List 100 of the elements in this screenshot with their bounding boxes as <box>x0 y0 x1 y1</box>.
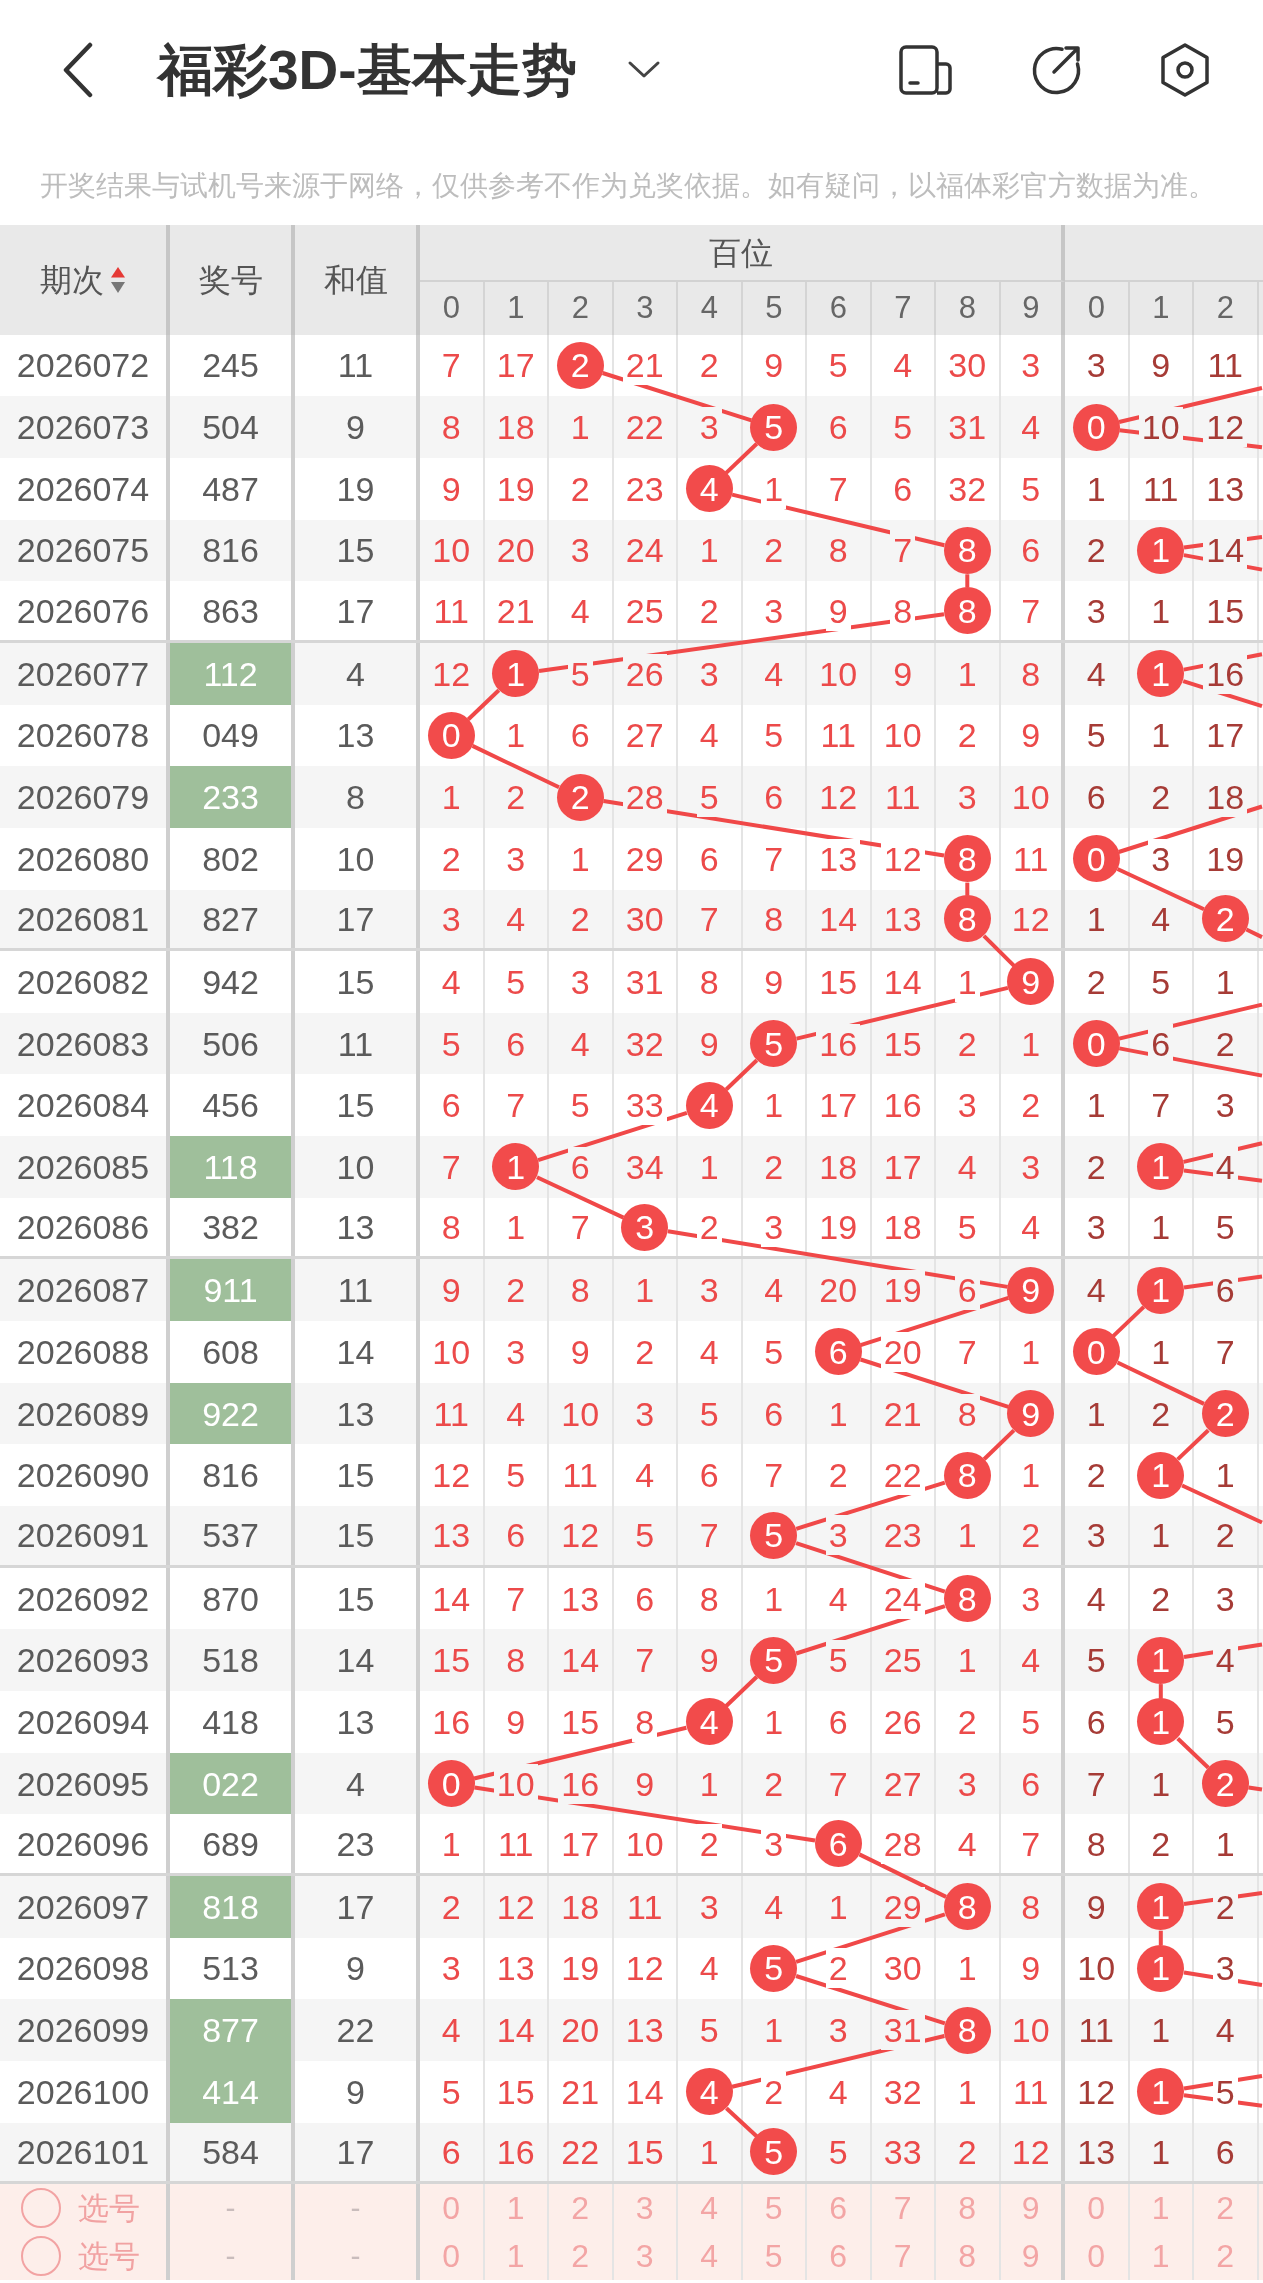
digit-header: 0 <box>442 289 460 328</box>
column-header: 奖号 <box>198 260 263 300</box>
hit-ball: 4 <box>685 2068 733 2116</box>
pick-digit[interactable]: 6 <box>829 2240 848 2273</box>
sum-value: 13 <box>336 718 375 753</box>
winning-number: 504 <box>202 410 259 445</box>
disclaimer-text: 开奖结果与试机号来源于网络，仅供参考不作为兑奖依据。如有疑问，以福体彩官方数据为准。 <box>40 168 1216 203</box>
radio-icon[interactable] <box>20 2187 62 2230</box>
pick-digit[interactable]: 3 <box>635 2240 654 2273</box>
winning-number: 049 <box>202 718 259 753</box>
winning-number: 233 <box>170 766 291 828</box>
winning-number: 877 <box>170 1999 291 2061</box>
period-number: 2026082 <box>16 965 150 999</box>
period-number: 2026081 <box>16 901 150 936</box>
radio-icon[interactable] <box>20 2235 62 2278</box>
pick-digit[interactable]: 2 <box>1216 2240 1235 2273</box>
pick-digit[interactable]: 3 <box>635 2192 654 2225</box>
winning-number: 827 <box>202 901 259 936</box>
pick-digit[interactable]: 0 <box>442 2192 461 2225</box>
sum-value: 23 <box>336 1826 375 1861</box>
hit-ball: 5 <box>750 2128 798 2176</box>
winning-number: 487 <box>202 471 259 506</box>
title-dropdown[interactable]: 福彩3D-基本走势 <box>158 39 661 101</box>
trend-line-segment <box>965 573 970 588</box>
winning-number: 506 <box>202 1026 259 1061</box>
hit-ball: 1 <box>1137 1266 1185 1314</box>
period-number: 2026073 <box>16 410 150 445</box>
trend-line-segment <box>1176 1428 1210 1461</box>
hit-ball: 5 <box>750 403 798 451</box>
hit-ball: 8 <box>943 895 991 943</box>
empty-value: - <box>225 2193 236 2224</box>
pick-digit[interactable]: 9 <box>1021 2192 1040 2225</box>
period-number: 2026092 <box>16 1581 150 1616</box>
pick-digit[interactable]: 1 <box>1151 2192 1170 2225</box>
sum-value: 13 <box>336 1396 375 1431</box>
winning-number: 816 <box>202 533 259 568</box>
winning-number: 922 <box>170 1382 291 1445</box>
hit-ball: 2 <box>1201 1390 1249 1438</box>
sum-value: 17 <box>336 593 375 628</box>
pick-digit[interactable]: 4 <box>700 2240 719 2273</box>
winning-number: 513 <box>202 1951 259 1986</box>
pick-digit[interactable]: 1 <box>506 2192 525 2225</box>
hit-ball: 4 <box>685 465 733 513</box>
back-button[interactable] <box>62 42 94 98</box>
pick-digit[interactable]: 6 <box>829 2192 848 2225</box>
period-number: 2026074 <box>16 471 150 506</box>
winning-number: 942 <box>202 965 259 999</box>
pick-digit[interactable]: 2 <box>1216 2192 1235 2225</box>
period-number: 2026100 <box>16 2074 150 2109</box>
sum-value: 4 <box>346 1766 365 1801</box>
sum-value: 4 <box>346 656 365 691</box>
hit-ball: 9 <box>1007 1390 1055 1438</box>
pick-digit[interactable]: 0 <box>442 2240 461 2273</box>
digit-header: 8 <box>958 289 976 328</box>
pick-digit[interactable]: 9 <box>1021 2240 1040 2273</box>
winning-number: 608 <box>202 1334 259 1369</box>
hit-ball: 2 <box>1201 895 1249 943</box>
column-header: 期次 <box>40 260 104 300</box>
sum-value: 19 <box>336 471 375 506</box>
hit-ball: 6 <box>814 1328 862 1376</box>
settings-button[interactable] <box>1159 42 1211 98</box>
pick-digit[interactable]: 0 <box>1087 2240 1106 2273</box>
period-number: 2026098 <box>16 1951 150 1986</box>
pick-digit[interactable]: 7 <box>893 2240 912 2273</box>
sum-value: 15 <box>336 1518 375 1553</box>
pick-digit[interactable]: 5 <box>764 2240 783 2273</box>
pick-digit[interactable]: 2 <box>571 2240 590 2273</box>
sum-value: 15 <box>336 533 375 568</box>
miss-count: 31 <box>880 2010 925 2051</box>
pick-digit[interactable]: 5 <box>764 2192 783 2225</box>
pick-digit[interactable]: 2 <box>571 2192 590 2225</box>
pick-digit[interactable]: 8 <box>958 2192 977 2225</box>
sum-value: 9 <box>346 2074 365 2109</box>
pick-digit[interactable]: 4 <box>700 2192 719 2225</box>
digit-header: 9 <box>1022 289 1040 328</box>
winning-number: 118 <box>170 1136 291 1198</box>
sum-value: 14 <box>336 1334 375 1369</box>
pick-digit[interactable]: 0 <box>1087 2192 1106 2225</box>
hit-ball: 1 <box>1137 1698 1185 1746</box>
device-switch-button[interactable] <box>899 45 953 95</box>
sort-icon[interactable] <box>110 265 126 294</box>
hit-ball: 8 <box>943 587 991 635</box>
column-header: 和值 <box>323 260 388 300</box>
trend-line-segment <box>724 1674 759 1708</box>
sum-value: 9 <box>346 410 365 445</box>
trend-line-segment <box>724 1058 759 1091</box>
sum-value: 9 <box>346 1951 365 1986</box>
winning-number: 863 <box>202 593 259 628</box>
pick-digit[interactable]: 1 <box>1151 2240 1170 2273</box>
digit-header: 4 <box>700 289 718 328</box>
pick-label: 选号 <box>78 2192 140 2224</box>
pick-digit[interactable]: 8 <box>958 2240 977 2273</box>
hit-ball: 9 <box>1007 958 1055 1006</box>
winning-number: 584 <box>202 2134 259 2169</box>
winning-number: 818 <box>170 1876 291 1938</box>
sum-value: 13 <box>336 1210 375 1245</box>
hit-ball: 0 <box>1072 835 1120 883</box>
pick-digit[interactable]: 1 <box>506 2240 525 2273</box>
hit-ball: 8 <box>943 2006 991 2054</box>
pick-digit[interactable]: 7 <box>893 2192 912 2225</box>
